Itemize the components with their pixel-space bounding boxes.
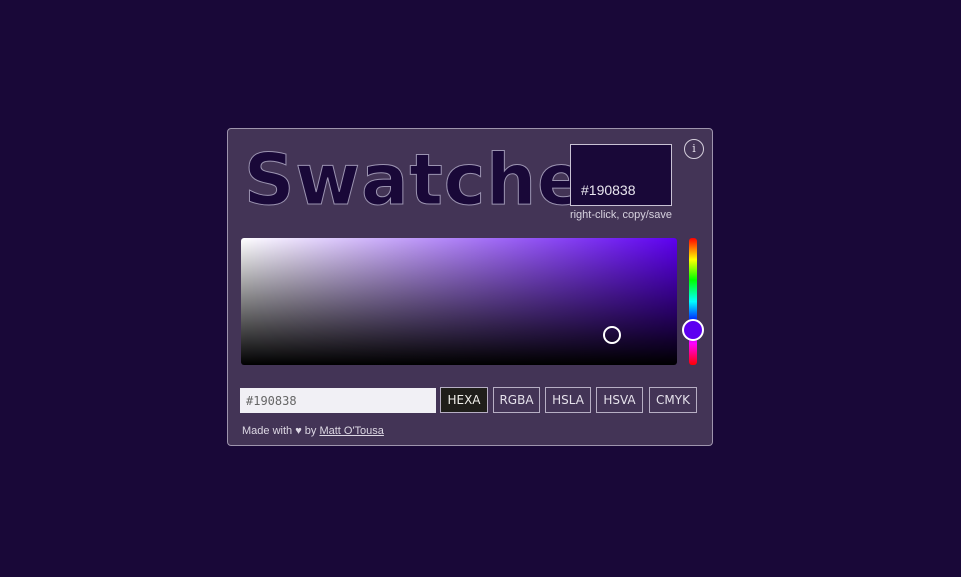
app-logo: Swatcher [244,139,622,221]
format-button-hexa[interactable]: HEXA [440,387,488,413]
format-button-hsva[interactable]: HSVA [596,387,643,413]
saturation-value-area[interactable] [241,238,677,365]
color-picker-cursor[interactable] [603,326,621,344]
swatch-caption: right-click, copy/save [569,209,673,221]
hue-slider[interactable] [682,238,704,365]
info-icon[interactable]: i [684,139,704,159]
color-swatch[interactable]: #190838 [570,144,672,206]
format-button-hsla[interactable]: HSLA [545,387,591,413]
footer-credit: Made with ♥ by Matt O'Tousa [242,425,384,437]
hue-slider-handle[interactable] [682,319,704,341]
format-button-rgba[interactable]: RGBA [493,387,540,413]
format-button-cmyk[interactable]: CMYK [649,387,697,413]
swatch-hex-label: #190838 [581,182,636,198]
footer-text: Made with ♥ by [242,425,320,437]
author-link[interactable]: Matt O'Tousa [319,425,383,437]
hex-input[interactable] [240,388,436,413]
swatcher-panel: Swatcher #190838 right-click, copy/save … [227,128,713,446]
